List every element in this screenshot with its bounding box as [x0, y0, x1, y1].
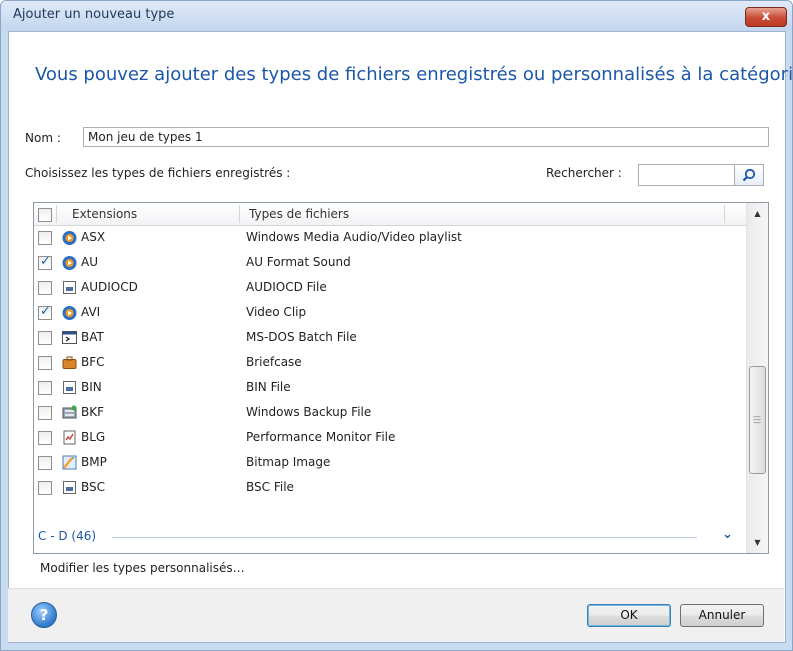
- file-type-list: Extensions Types de fichiers ASX Windows…: [33, 202, 769, 554]
- table-row[interactable]: AVI Video Clip: [34, 301, 746, 326]
- column-header-types[interactable]: Types de fichiers: [249, 207, 349, 221]
- table-row[interactable]: BFC Briefcase: [34, 351, 746, 376]
- extension-cell: BKF: [81, 405, 105, 419]
- media-player-icon: [62, 306, 77, 320]
- window-title: Ajouter un nouveau type: [13, 7, 175, 22]
- close-icon: x: [761, 9, 771, 24]
- batch-file-icon: [62, 331, 77, 344]
- modify-custom-types-link[interactable]: Modifier les types personnalisés…: [40, 561, 245, 575]
- table-row[interactable]: BSC BSC File: [34, 476, 746, 501]
- vertical-scrollbar[interactable]: ▲ — — — ▼: [746, 203, 768, 553]
- file-type-cell: BIN File: [246, 380, 291, 394]
- table-row[interactable]: BLG Performance Monitor File: [34, 426, 746, 451]
- row-checkbox[interactable]: [38, 481, 52, 495]
- row-checkbox[interactable]: [38, 381, 52, 395]
- file-type-cell: Performance Monitor File: [246, 430, 396, 444]
- table-row[interactable]: BMP Bitmap Image: [34, 451, 746, 476]
- extension-cell: BAT: [81, 330, 104, 344]
- list-header: Extensions Types de fichiers: [34, 203, 746, 226]
- ok-button[interactable]: OK: [587, 604, 671, 627]
- dialog-body: Vous pouvez ajouter des types de fichier…: [8, 31, 792, 643]
- extension-cell: AUDIOCD: [81, 280, 138, 294]
- table-row[interactable]: AUDIOCD AUDIOCD File: [34, 276, 746, 301]
- group-label: C - D (46): [38, 529, 97, 543]
- file-type-cell: Briefcase: [246, 355, 302, 369]
- row-checkbox[interactable]: [38, 431, 52, 445]
- registered-types-label: Choisissez les types de fichiers enregis…: [25, 166, 291, 180]
- extension-cell: BLG: [81, 430, 106, 444]
- file-type-cell: Video Clip: [246, 305, 307, 319]
- file-type-cell: Windows Media Audio/Video playlist: [246, 230, 462, 244]
- file-type-cell: Bitmap Image: [246, 455, 331, 469]
- cancel-button[interactable]: Annuler: [680, 604, 764, 627]
- row-checkbox[interactable]: [38, 231, 52, 245]
- dialog-footer: ? OK Annuler: [8, 588, 784, 642]
- file-type-cell: AUDIOCD File: [246, 280, 327, 294]
- extension-cell: AVI: [81, 305, 101, 319]
- file-type-cell: AU Format Sound: [246, 255, 351, 269]
- title-bar[interactable]: Ajouter un nouveau type x: [1, 1, 792, 31]
- scroll-down-arrow-icon[interactable]: ▼: [747, 534, 768, 551]
- help-icon[interactable]: ?: [31, 602, 57, 628]
- name-label: Nom :: [25, 131, 61, 145]
- extension-cell: ASX: [81, 230, 106, 244]
- table-row[interactable]: ASX Windows Media Audio/Video playlist: [34, 226, 746, 251]
- chevron-down-icon[interactable]: ⌄: [722, 527, 733, 542]
- briefcase-icon: [62, 356, 77, 369]
- column-separator: [239, 205, 240, 223]
- search-input[interactable]: [638, 164, 735, 186]
- close-button[interactable]: x: [745, 7, 787, 27]
- table-row[interactable]: BIN BIN File: [34, 376, 746, 401]
- bitmap-icon: [62, 455, 77, 470]
- row-checkbox[interactable]: [38, 356, 52, 370]
- row-checkbox[interactable]: [38, 254, 52, 270]
- media-player-icon: [62, 231, 77, 245]
- row-checkbox[interactable]: [38, 406, 52, 420]
- backup-icon: [62, 405, 77, 419]
- table-row[interactable]: BAT MS-DOS Batch File: [34, 326, 746, 351]
- row-checkbox[interactable]: [38, 304, 52, 320]
- media-player-icon: [62, 256, 77, 270]
- file-type-cell: MS-DOS Batch File: [246, 330, 357, 344]
- table-row[interactable]: AU AU Format Sound: [34, 251, 746, 276]
- row-checkbox[interactable]: [38, 456, 52, 470]
- row-checkbox[interactable]: [38, 331, 52, 345]
- extension-cell: AU: [81, 255, 98, 269]
- generic-file-icon: [63, 281, 76, 294]
- dialog-window: Ajouter un nouveau type x Vous pouvez aj…: [0, 0, 793, 651]
- select-all-checkbox[interactable]: [38, 208, 52, 222]
- column-separator: [724, 205, 725, 223]
- extension-cell: BIN: [81, 380, 102, 394]
- group-divider: [112, 537, 697, 538]
- search-icon: [742, 168, 756, 182]
- file-type-cell: BSC File: [246, 480, 294, 494]
- page-title: Vous pouvez ajouter des types de fichier…: [35, 64, 793, 85]
- group-header-c-d[interactable]: C - D (46) ⌄: [34, 526, 746, 548]
- generic-file-icon: [63, 381, 76, 394]
- generic-file-icon: [63, 481, 76, 494]
- row-checkbox[interactable]: [38, 281, 52, 295]
- extension-cell: BSC: [81, 480, 106, 494]
- column-header-extensions[interactable]: Extensions: [72, 207, 137, 221]
- scrollbar-thumb[interactable]: — — —: [749, 366, 766, 474]
- grip-icon: — — —: [753, 412, 761, 427]
- extension-cell: BFC: [81, 355, 105, 369]
- table-row[interactable]: BKF Windows Backup File: [34, 401, 746, 426]
- search-button[interactable]: [734, 164, 764, 186]
- name-field[interactable]: Mon jeu de types 1: [83, 127, 769, 147]
- column-separator: [56, 205, 57, 223]
- extension-cell: BMP: [81, 455, 107, 469]
- scroll-up-arrow-icon[interactable]: ▲: [747, 205, 768, 222]
- search-label: Rechercher :: [546, 166, 622, 180]
- file-type-cell: Windows Backup File: [246, 405, 372, 419]
- performance-file-icon: [63, 430, 76, 445]
